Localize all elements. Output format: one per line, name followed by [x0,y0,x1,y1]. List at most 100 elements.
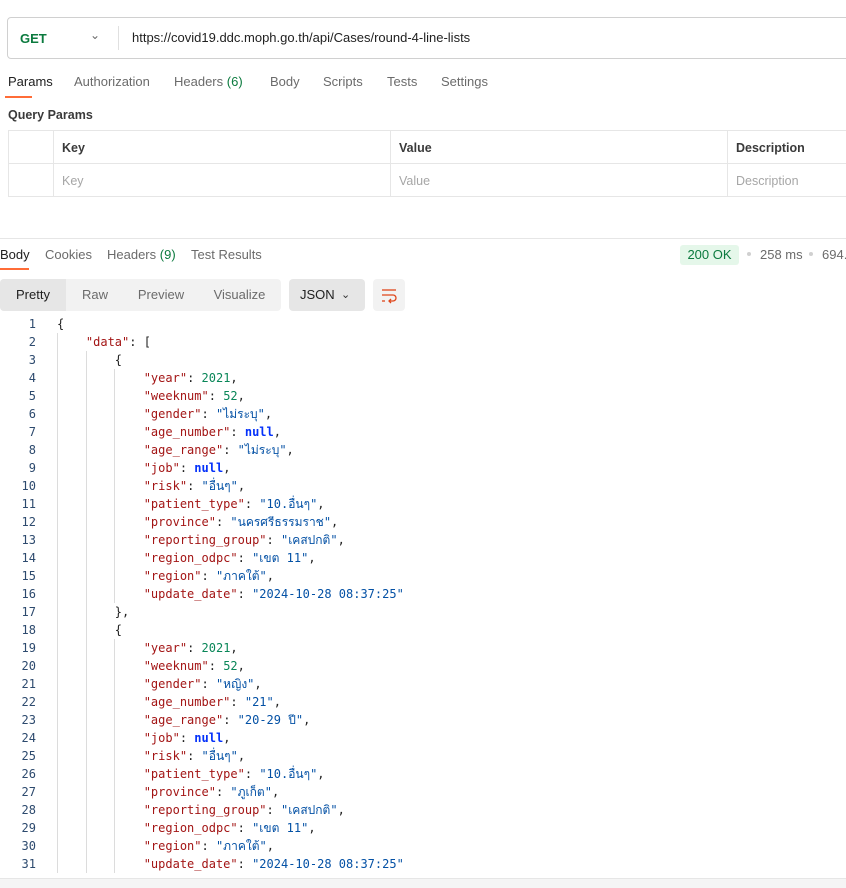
json-punctuation: : [201,677,216,691]
response-tab-body[interactable]: Body [0,247,30,262]
chevron-down-icon: ⌄ [341,289,351,301]
json-key: "province" [143,515,216,529]
json-string: "ภาคใต้" [215,569,267,583]
json-string: "นครศรีธรรมราช" [230,515,332,529]
json-punctuation: , [254,677,262,691]
code-line: { [57,315,64,333]
json-punctuation: : [237,857,253,871]
json-punctuation: , [317,767,325,781]
json-punctuation: , [230,371,238,385]
json-punctuation: : [230,695,245,709]
json-punctuation: , [303,713,311,727]
response-time[interactable]: 258 ms [760,247,803,262]
wrap-lines-icon [382,289,397,304]
line-number: 12 [21,515,36,529]
json-punctuation: , [264,407,273,421]
view-visualize[interactable]: Visualize [198,279,281,311]
json-punctuation: , [337,533,345,547]
json-punctuation: : [179,731,195,745]
json-punctuation: : [201,407,216,421]
tab-params[interactable]: Params [8,74,53,89]
json-string: "ไม่ระบุ" [215,407,265,421]
code-line: "weeknum": 52, [57,657,245,675]
line-number: 30 [21,839,36,853]
json-punctuation: : [237,821,253,835]
line-number: 3 [28,353,36,367]
json-punctuation: : [266,803,281,817]
line-number: 14 [21,551,36,565]
json-punctuation: : [237,587,253,601]
json-string: "2024-10-28 08:37:25" [252,857,404,871]
pane-divider[interactable] [0,238,846,239]
code-line: "data": [ [57,333,151,351]
line-number: 26 [21,767,36,781]
json-punctuation: : [201,839,216,853]
code-line: "risk": "อื่นๆ", [57,747,245,765]
line-number: 7 [28,425,36,439]
key-input[interactable]: Key [54,164,391,197]
status-badge[interactable]: 200 OK [680,245,739,265]
json-punctuation: : [215,515,231,529]
url-input[interactable]: https://covid19.ddc.moph.go.th/api/Cases… [132,30,470,45]
json-key: "gender" [143,407,202,421]
description-input[interactable]: Description [728,164,846,197]
json-punctuation: : [244,497,260,511]
wrap-lines-button[interactable] [373,279,405,311]
response-tab-cookies[interactable]: Cookies [45,247,92,262]
tab-body[interactable]: Body [270,74,300,89]
json-punctuation: , [237,659,245,673]
tab-headers[interactable]: Headers (6) [174,74,243,89]
code-line: "age_number": null, [57,423,281,441]
json-punctuation: , [317,497,325,511]
response-tab-headers[interactable]: Headers (9) [107,247,176,262]
json-number: 52 [223,389,238,403]
method-select[interactable]: GET [20,31,47,46]
json-punctuation: : [187,479,202,493]
json-key: "patient_type" [143,497,245,511]
json-string: "ไม่ระบุ" [237,443,287,457]
tab-authorization[interactable]: Authorization [74,74,150,89]
json-string: "หญิง" [215,677,255,691]
line-number: 25 [21,749,36,763]
divider [118,26,119,50]
tab-scripts[interactable]: Scripts [323,74,363,89]
response-body-editor[interactable]: 1{2 "data": [3 {4 "year": 2021, 5 "weeknu… [0,315,846,875]
chevron-down-icon[interactable]: ⌄ [90,28,100,42]
tab-tests[interactable]: Tests [387,74,417,89]
json-key: "year" [143,641,188,655]
json-key: "reporting_group" [143,803,267,817]
header-cell [9,131,54,164]
json-punctuation: { [114,623,123,637]
json-key: "update_date" [143,587,238,601]
view-pretty[interactable]: Pretty [0,279,66,311]
response-size[interactable]: 694. [822,247,846,262]
view-preview[interactable]: Preview [124,279,198,311]
tab-label: Authorization [74,74,150,89]
response-tab-test-results[interactable]: Test Results [191,247,262,262]
tab-label: Params [8,74,53,89]
value-input[interactable]: Value [391,164,728,197]
tab-label: Body [0,247,30,262]
format-select[interactable]: JSON ⌄ [289,279,365,311]
json-key: "weeknum" [143,659,209,673]
tab-settings[interactable]: Settings [441,74,488,89]
json-key: "reporting_group" [143,533,267,547]
json-number: 52 [223,659,238,673]
line-number: 1 [28,317,36,331]
json-number: 2021 [201,641,231,655]
line-number: 21 [21,677,36,691]
json-punctuation: : [237,551,253,565]
tab-label: Tests [387,74,418,89]
format-label: JSON [300,287,335,302]
view-raw[interactable]: Raw [66,279,124,311]
json-string: "เคสปกติ" [280,803,338,817]
code-line: "patient_type": "10.อื่นๆ", [57,495,325,513]
json-string: "10.อื่นๆ" [259,497,318,511]
json-punctuation: : [187,749,202,763]
json-string: "20-29 ปี" [237,713,304,727]
line-number: 19 [21,641,36,655]
json-punctuation: : [208,389,224,403]
code-line: "update_date": "2024-10-28 08:37:25" [57,585,404,603]
json-key: "data" [85,335,130,349]
active-tab-indicator [0,268,29,270]
